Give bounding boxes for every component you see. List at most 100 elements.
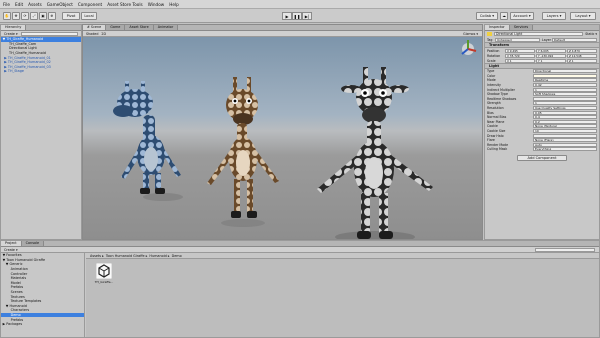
scene-orientation-gizmo[interactable] xyxy=(461,40,477,55)
add-component-button[interactable]: Add Component xyxy=(517,154,567,161)
tag-dropdown[interactable]: Untagged xyxy=(495,37,540,42)
rotation-field[interactable]: Y -130.094 xyxy=(536,53,566,58)
account-dropdown[interactable]: Account ▾ xyxy=(510,12,534,20)
scale-field[interactable]: Y 1 xyxy=(536,58,566,63)
property-value[interactable] xyxy=(533,73,597,78)
property-value[interactable] xyxy=(533,133,597,138)
property-value[interactable]: None (Texture) xyxy=(533,124,597,129)
project-tab[interactable]: Project xyxy=(1,241,22,246)
rotate-tool-icon[interactable]: ⟳ xyxy=(21,12,29,20)
layer-dropdown[interactable]: Default xyxy=(552,37,597,42)
scene-tab[interactable]: # Scene xyxy=(83,25,107,30)
asset-item[interactable]: TH_Giraffe... xyxy=(94,263,114,284)
light-property-row: Indirect Multiplier 1 xyxy=(485,87,599,92)
rotation-field[interactable]: Z 12.548 xyxy=(567,53,597,58)
hierarchy-item[interactable]: ▶ TH_Stage xyxy=(1,69,81,74)
scale-field[interactable]: X 1 xyxy=(505,58,535,63)
step-button[interactable]: ▶| xyxy=(302,12,312,20)
layers-dropdown[interactable]: Layers ▾ xyxy=(542,12,566,20)
transform-tool-icon[interactable]: ⊕ xyxy=(48,12,56,20)
menu-item[interactable]: Component xyxy=(78,2,102,7)
property-value[interactable]: 10 xyxy=(533,129,597,134)
collab-dropdown[interactable]: Collab ▾ xyxy=(476,12,498,20)
menu-bar: File Edit Assets GameObject Component Asset S… xyxy=(0,0,600,9)
menu-item[interactable]: File xyxy=(3,2,10,7)
position-field[interactable]: X 9.495 xyxy=(505,48,535,53)
light-property-row: Near Plane 0.2 xyxy=(485,119,599,125)
pivot-toggle[interactable]: Pivot xyxy=(62,12,80,20)
scene-tab[interactable]: Game xyxy=(106,25,126,30)
property-label: Near Plane xyxy=(487,119,505,124)
property-value[interactable]: 1 xyxy=(533,87,597,92)
rect-tool-icon[interactable]: ▣ xyxy=(39,12,47,20)
menu-item[interactable]: Assets xyxy=(28,2,42,7)
menu-item[interactable]: Help xyxy=(169,2,179,7)
property-value[interactable]: Use Quality Settings xyxy=(533,106,597,111)
rotation-field[interactable]: X 35.729 xyxy=(505,53,535,58)
light-property-row: Mode Realtime xyxy=(485,78,599,83)
property-value[interactable]: 0.42 xyxy=(533,83,597,88)
property-value[interactable]: None (Flare) xyxy=(533,138,597,143)
position-field[interactable]: Z 4.879 xyxy=(567,48,597,53)
project-panel: Project Console Create ▾ ▼ Favorites ▼ Too… xyxy=(0,240,600,338)
scale-field[interactable]: Z 1 xyxy=(567,58,597,63)
breadcrumb-item[interactable]: Toon Humanoid Giraffe ▸ xyxy=(106,254,148,258)
menu-item[interactable]: Window xyxy=(148,2,165,7)
property-value[interactable]: Everything xyxy=(533,147,597,152)
property-value[interactable]: Auto xyxy=(533,142,597,147)
static-dropdown[interactable]: Static ▾ xyxy=(585,32,597,36)
pause-button[interactable]: ❚❚ xyxy=(292,12,302,20)
property-value[interactable] xyxy=(533,96,597,101)
hand-tool-icon[interactable]: ✋ xyxy=(3,12,11,20)
menu-item[interactable]: Edit xyxy=(15,2,23,7)
local-toggle[interactable]: Local xyxy=(81,12,97,20)
menu-item[interactable]: GameObject xyxy=(47,2,73,7)
scene-tab[interactable]: Animator xyxy=(153,25,179,30)
tab-hierarchy[interactable]: Hierarchy xyxy=(1,25,27,30)
scale-tool-icon[interactable]: ⤢ xyxy=(30,12,38,20)
gizmos-dropdown[interactable]: Gizmos ▾ xyxy=(463,32,478,36)
property-value[interactable]: 0.2 xyxy=(533,119,597,124)
property-value[interactable]: Directional xyxy=(533,69,597,74)
hierarchy-create-button[interactable]: Create ▾ xyxy=(4,32,18,36)
breadcrumb-item[interactable]: Demo xyxy=(172,254,182,258)
property-value[interactable]: Soft Shadows xyxy=(533,92,597,97)
hierarchy-search-input[interactable] xyxy=(20,31,78,36)
inspector-tab[interactable]: Services xyxy=(509,25,534,30)
object-name-field[interactable]: Directional Light xyxy=(494,32,584,36)
hierarchy-panel: Hierarchy Create ▾ ▼ TH_Giraffe_Humanoid… xyxy=(0,24,82,240)
property-value[interactable]: 1 xyxy=(533,101,597,106)
property-value[interactable]: 0.05 xyxy=(533,110,597,115)
inspector-tab[interactable]: Inspector xyxy=(485,25,510,30)
scale-row: Scale X 1Y 1Z 1 xyxy=(485,58,599,63)
property-label: Realtime Shadows xyxy=(487,96,517,101)
property-label: Color xyxy=(487,73,496,78)
light-property-row: Type Directional xyxy=(485,69,599,74)
light-property-row: Render Mode Auto xyxy=(485,142,599,148)
position-row: Position X 9.495 Y 6.095 Z 4.879 xyxy=(485,48,599,53)
breadcrumb-item[interactable]: Assets ▸ xyxy=(90,254,104,258)
play-button[interactable]: ▶ xyxy=(282,12,292,20)
light-property-row: Resolution Use Quality Settings xyxy=(485,106,599,111)
property-value[interactable]: 0.4 xyxy=(533,115,597,120)
breadcrumb-item[interactable]: Humanoid ▸ xyxy=(149,254,169,258)
property-value[interactable]: Realtime xyxy=(533,78,597,83)
layout-dropdown[interactable]: Layout ▾ xyxy=(570,12,596,20)
scene-panel: # Scene Game Asset Store Animator Shaded 2D… xyxy=(82,24,483,240)
scene-viewport[interactable] xyxy=(83,37,482,239)
mode-2d-toggle[interactable]: 2D xyxy=(101,32,106,36)
giraffe-blue xyxy=(113,81,181,194)
position-field[interactable]: Y 6.095 xyxy=(536,48,566,53)
move-tool-icon[interactable]: ✥ xyxy=(12,12,20,20)
project-create-button[interactable]: Create ▾ xyxy=(4,248,18,252)
light-property-row: Color xyxy=(485,73,599,79)
light-property-row: Cookie None (Texture) xyxy=(485,124,599,129)
folder-item[interactable]: ▶ Packages xyxy=(1,322,84,327)
menu-item[interactable]: Asset Store Tools xyxy=(107,2,143,7)
cloud-icon[interactable]: ☁ xyxy=(500,12,508,20)
project-tab[interactable]: Console xyxy=(21,241,45,246)
light-property-row: Realtime Shadows xyxy=(485,96,599,102)
project-search-input[interactable] xyxy=(535,247,595,252)
shading-mode-dropdown[interactable]: Shaded xyxy=(86,32,98,36)
scene-tab[interactable]: Asset Store xyxy=(125,25,154,30)
